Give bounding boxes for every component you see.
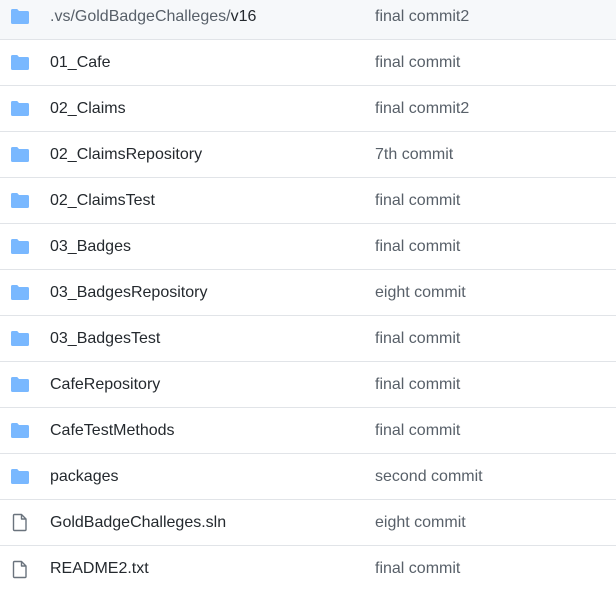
commit-message[interactable]: final commit: [375, 54, 460, 72]
file-row[interactable]: 03_Badges final commit: [0, 224, 616, 270]
file-name[interactable]: 02_Claims: [50, 100, 126, 118]
file-row[interactable]: README2.txt final commit: [0, 546, 616, 592]
commit-message[interactable]: final commit: [375, 560, 460, 578]
commit-message[interactable]: 7th commit: [375, 146, 453, 164]
file-name[interactable]: 02_ClaimsRepository: [50, 146, 202, 164]
commit-message[interactable]: final commit: [375, 238, 460, 256]
folder-icon: [10, 54, 30, 72]
file-name[interactable]: 03_Badges: [50, 238, 131, 256]
file-name[interactable]: CafeRepository: [50, 376, 160, 394]
commit-message[interactable]: final commit: [375, 330, 460, 348]
file-row[interactable]: 02_ClaimsTest final commit: [0, 178, 616, 224]
folder-icon: [10, 422, 30, 440]
folder-icon: [10, 284, 30, 302]
file-icon: [10, 513, 30, 532]
file-name[interactable]: 03_BadgesTest: [50, 330, 160, 348]
file-row[interactable]: 03_BadgesRepository eight commit: [0, 270, 616, 316]
folder-icon: [10, 238, 30, 256]
folder-icon: [10, 468, 30, 486]
file-name[interactable]: 02_ClaimsTest: [50, 192, 155, 210]
file-name[interactable]: 01_Cafe: [50, 54, 111, 72]
commit-message[interactable]: final commit: [375, 422, 460, 440]
folder-icon: [10, 376, 30, 394]
file-icon: [10, 560, 30, 578]
commit-message[interactable]: final commit: [375, 192, 460, 210]
folder-icon: [10, 100, 30, 118]
file-list: .vs/GoldBadgeChalleges/v16 final commit2…: [0, 0, 616, 593]
file-row[interactable]: 03_BadgesTest final commit: [0, 316, 616, 362]
file-name[interactable]: GoldBadgeChalleges.sln: [50, 514, 226, 532]
file-row[interactable]: GoldBadgeChalleges.sln eight commit: [0, 500, 616, 546]
folder-icon: [10, 192, 30, 210]
commit-message[interactable]: final commit2: [375, 100, 469, 118]
path-leaf: v16: [230, 7, 257, 25]
folder-icon: [10, 330, 30, 348]
commit-message[interactable]: second commit: [375, 468, 483, 486]
commit-message[interactable]: final commit: [375, 376, 460, 394]
file-row[interactable]: 01_Cafe final commit: [0, 40, 616, 86]
file-row[interactable]: CafeTestMethods final commit: [0, 408, 616, 454]
file-name[interactable]: packages: [50, 468, 119, 486]
file-row[interactable]: 02_Claims final commit2: [0, 86, 616, 132]
file-name[interactable]: 03_BadgesRepository: [50, 284, 207, 302]
path-prefix: .vs/GoldBadgeChalleges/: [50, 7, 231, 25]
commit-message[interactable]: eight commit: [375, 284, 466, 302]
file-row[interactable]: 02_ClaimsRepository 7th commit: [0, 132, 616, 178]
file-row[interactable]: CafeRepository final commit: [0, 362, 616, 408]
file-name[interactable]: CafeTestMethods: [50, 422, 175, 440]
folder-icon: [10, 8, 30, 26]
file-name[interactable]: README2.txt: [50, 560, 149, 578]
file-row[interactable]: .vs/GoldBadgeChalleges/v16 final commit2: [0, 0, 616, 40]
folder-icon: [10, 146, 30, 164]
commit-message[interactable]: final commit2: [375, 8, 469, 26]
commit-message[interactable]: eight commit: [375, 514, 466, 532]
file-name[interactable]: .vs/GoldBadgeChalleges/v16: [50, 8, 256, 26]
file-row[interactable]: packages second commit: [0, 454, 616, 500]
